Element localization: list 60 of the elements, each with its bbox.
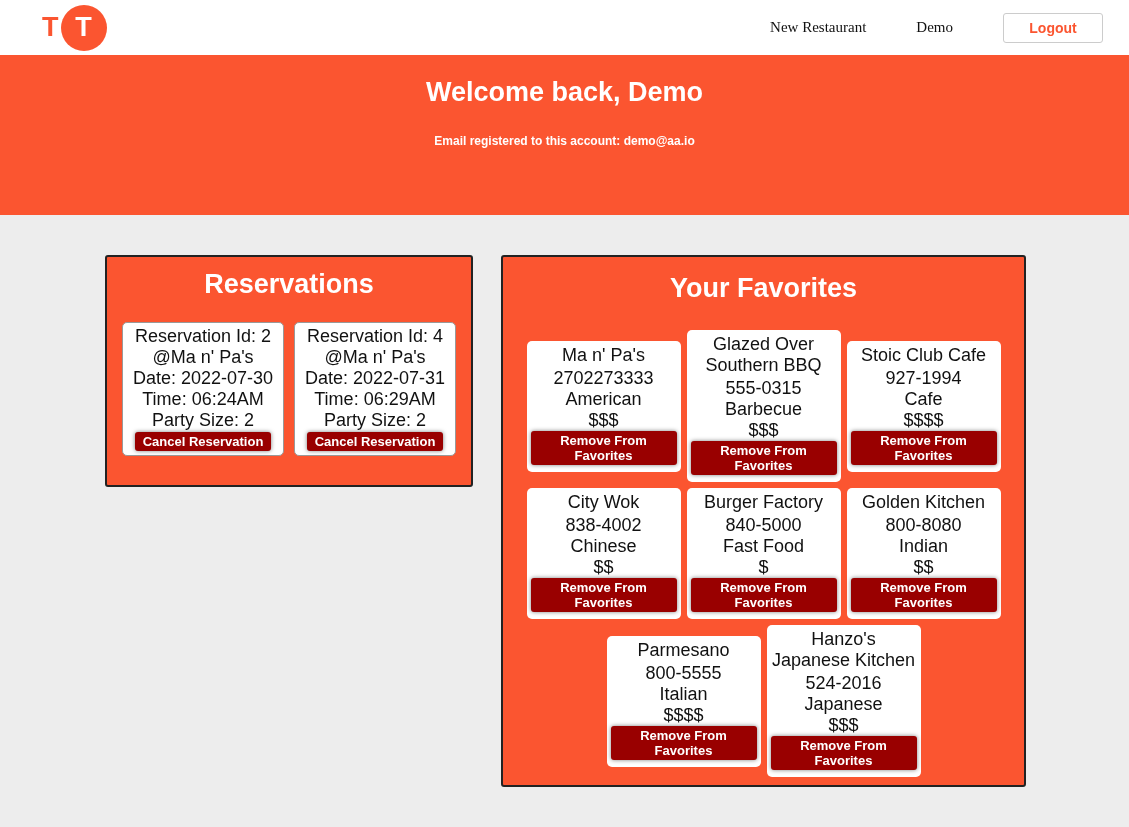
restaurant-name: Golden Kitchen xyxy=(860,492,987,513)
restaurant-cuisine: Cafe xyxy=(903,388,944,410)
price-level: $$ xyxy=(912,557,935,578)
remove-favorite-button[interactable]: Remove From Favorites xyxy=(770,736,917,770)
panel-title: Your Favorites xyxy=(668,272,859,305)
restaurant-cuisine: American xyxy=(564,388,643,410)
reservation-detail: Date: 2022-07-31 xyxy=(303,368,447,389)
nav-link[interactable]: Demo xyxy=(916,19,953,36)
reservation-detail: Party Size: 2 xyxy=(150,410,255,431)
price-level: $$$ xyxy=(827,715,860,736)
price-level: $$$ xyxy=(747,420,780,441)
restaurant-phone: 840-5000 xyxy=(724,515,803,536)
panel-title: Reservations xyxy=(203,268,375,301)
logo-letter: T xyxy=(42,12,59,43)
remove-favorite-button[interactable]: Remove From Favorites xyxy=(690,578,837,612)
logo-badge: T xyxy=(60,4,107,51)
reservation-detail: Reservation Id: 2 xyxy=(133,326,273,347)
restaurant-cuisine: Chinese xyxy=(569,536,638,557)
restaurant-cuisine: Japanese xyxy=(803,694,884,715)
restaurant-phone: 2702273333 xyxy=(552,367,655,389)
restaurant-cuisine: Barbecue xyxy=(723,399,804,420)
restaurant-name: Parmesano xyxy=(636,639,731,661)
restaurant-phone: 524-2016 xyxy=(804,673,883,694)
restaurant-name: Ma n' Pa's xyxy=(561,344,646,366)
restaurant-name: Glazed Over Southern BBQ xyxy=(704,334,823,376)
restaurant-cuisine: Italian xyxy=(658,683,709,705)
reservation-detail: Time: 06:29AM xyxy=(313,389,437,410)
remove-favorite-button[interactable]: Remove From Favorites xyxy=(530,578,677,612)
reservation-detail: Date: 2022-07-30 xyxy=(131,368,275,389)
restaurant-phone: 800-5555 xyxy=(644,662,723,684)
reservation-detail: Party Size: 2 xyxy=(322,410,427,431)
reservation-detail: @Ma n' Pa's xyxy=(323,347,427,368)
restaurant-phone: 800-8080 xyxy=(884,515,963,536)
restaurant-cuisine: Indian xyxy=(897,536,949,557)
cancel-reservation-button[interactable]: Cancel Reservation xyxy=(134,432,272,451)
restaurant-phone: 555-0315 xyxy=(724,378,803,399)
remove-favorite-button[interactable]: Remove From Favorites xyxy=(850,578,997,612)
remove-favorite-button[interactable]: Remove From Favorites xyxy=(850,430,997,465)
price-level: $$ xyxy=(592,557,615,578)
restaurant-cuisine: Fast Food xyxy=(721,536,805,557)
nav-link[interactable]: New Restaurant xyxy=(770,19,867,36)
restaurant-name: Burger Factory xyxy=(702,492,824,513)
price-level: $$$$ xyxy=(662,704,705,726)
price-level: $ xyxy=(757,557,770,578)
welcome-heading: Welcome back, Demo xyxy=(424,77,705,108)
remove-favorite-button[interactable]: Remove From Favorites xyxy=(610,725,757,760)
restaurant-name: Hanzo's Japanese Kitchen xyxy=(770,629,917,671)
email-text: Email registered to this account: demo@aa.io xyxy=(433,134,696,148)
cancel-reservation-button[interactable]: Cancel Reservation xyxy=(306,432,444,451)
price-level: $$$ xyxy=(587,409,620,431)
reservation-detail: Reservation Id: 4 xyxy=(305,326,445,347)
restaurant-phone: 838-4002 xyxy=(564,515,643,536)
restaurant-name: Stoic Club Cafe xyxy=(859,344,988,366)
restaurant-phone: 927-1994 xyxy=(884,367,963,389)
restaurant-name: City Wok xyxy=(566,492,641,513)
reservation-detail: Time: 06:24AM xyxy=(141,389,265,410)
price-level: $$$$ xyxy=(902,409,945,431)
remove-favorite-button[interactable]: Remove From Favorites xyxy=(690,441,837,475)
remove-favorite-button[interactable]: Remove From Favorites xyxy=(530,430,677,465)
reservation-detail: @Ma n' Pa's xyxy=(151,347,255,368)
